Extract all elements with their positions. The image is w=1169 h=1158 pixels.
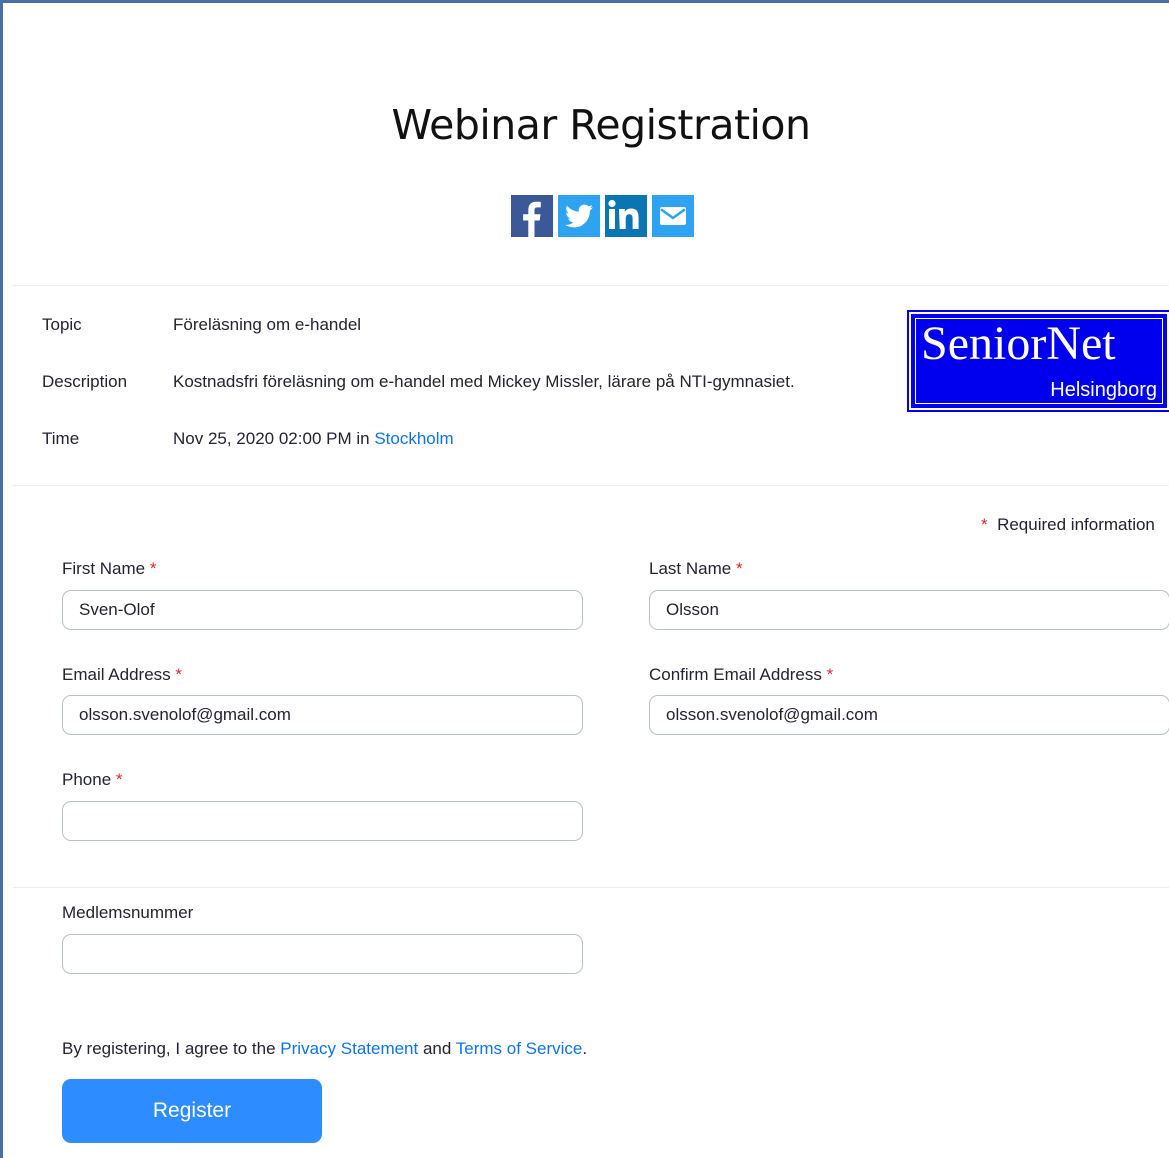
agreement-suffix: . xyxy=(582,1039,588,1058)
time-value: Nov 25, 2020 02:00 PM in Stockholm xyxy=(173,429,454,449)
required-star: * xyxy=(981,515,988,534)
divider xyxy=(13,887,1169,888)
topic-value: Föreläsning om e-handel xyxy=(173,315,362,334)
divider xyxy=(13,485,1169,486)
seniornet-logo: SeniorNet Helsingborg xyxy=(907,310,1169,412)
timezone-link[interactable]: Stockholm xyxy=(374,429,453,448)
required-star: * xyxy=(175,665,183,684)
registration-page: Webinar Registration Topic Föreläsning o… xyxy=(0,0,1169,1158)
required-note-text: Required information xyxy=(997,515,1155,534)
email-share-button[interactable] xyxy=(652,195,694,237)
divider xyxy=(13,285,1169,286)
agreement-middle: and xyxy=(418,1039,456,1058)
member-number-label: Medlemsnummer xyxy=(62,903,194,922)
page-title: Webinar Registration xyxy=(391,101,811,149)
required-note: * Required information xyxy=(981,515,1155,535)
email-label-text: Email Address xyxy=(62,665,171,684)
last-name-label-text: Last Name xyxy=(649,559,732,578)
email-input[interactable] xyxy=(62,695,583,735)
facebook-share-button[interactable] xyxy=(511,195,553,237)
logo-sub-text: Helsingborg xyxy=(1050,379,1157,401)
register-button[interactable]: Register xyxy=(62,1079,322,1143)
description-value: Kostnadsfri föreläsning om e-handel med … xyxy=(173,372,795,391)
email-icon xyxy=(652,195,694,237)
confirm-email-label: Confirm Email Address * xyxy=(649,665,833,685)
time-text: Nov 25, 2020 02:00 PM in xyxy=(173,429,370,448)
description-label: Description xyxy=(42,372,128,391)
share-buttons xyxy=(511,195,694,237)
facebook-icon xyxy=(511,195,553,237)
confirm-email-input[interactable] xyxy=(649,695,1169,735)
confirm-email-label-text: Confirm Email Address xyxy=(649,665,822,684)
linkedin-icon xyxy=(605,195,647,237)
linkedin-share-button[interactable] xyxy=(605,195,647,237)
first-name-label: First Name * xyxy=(62,559,156,579)
member-number-input[interactable] xyxy=(62,934,583,974)
time-label: Time xyxy=(42,429,80,448)
email-label: Email Address * xyxy=(62,665,182,685)
phone-input[interactable] xyxy=(62,801,583,841)
phone-label: Phone * xyxy=(62,770,123,790)
logo-main-text: SeniorNet xyxy=(921,317,1116,370)
first-name-input[interactable] xyxy=(62,590,583,630)
agreement-text: By registering, I agree to the Privacy S… xyxy=(62,1039,587,1059)
last-name-label: Last Name * xyxy=(649,559,743,579)
phone-label-text: Phone xyxy=(62,770,112,789)
first-name-label-text: First Name xyxy=(62,559,146,578)
privacy-statement-link[interactable]: Privacy Statement xyxy=(280,1039,418,1058)
required-star: * xyxy=(735,559,743,578)
required-star: * xyxy=(149,559,157,578)
last-name-input[interactable] xyxy=(649,590,1169,630)
required-star: * xyxy=(826,665,834,684)
required-star: * xyxy=(115,770,123,789)
twitter-share-button[interactable] xyxy=(558,195,600,237)
terms-of-service-link[interactable]: Terms of Service xyxy=(456,1039,583,1058)
topic-label: Topic xyxy=(42,315,82,334)
twitter-icon xyxy=(558,195,600,237)
agreement-prefix: By registering, I agree to the xyxy=(62,1039,281,1058)
